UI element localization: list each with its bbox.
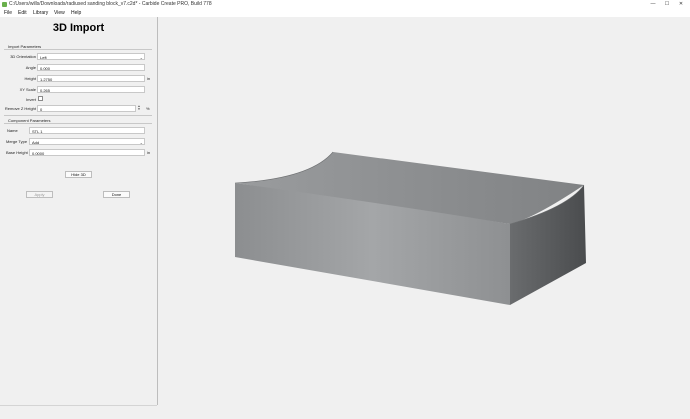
invert-checkbox[interactable] — [38, 96, 43, 101]
maximize-icon[interactable]: ☐ — [660, 0, 674, 9]
angle-input[interactable]: 0.000 — [37, 64, 145, 71]
remove-z-height-unit: % — [146, 106, 150, 111]
height-unit: in — [147, 76, 151, 81]
base-height-unit: in — [147, 150, 151, 155]
angle-label: Angle — [25, 65, 36, 70]
panel-title: 3D Import — [52, 22, 105, 34]
menu-bar: File Edit Library View Help — [0, 9, 690, 17]
menu-help[interactable]: Help — [71, 9, 81, 17]
close-icon[interactable]: ✕ — [674, 0, 688, 9]
xy-scale-label: XY Scale — [19, 87, 36, 92]
window-title-bar: C:/Users/wills/Downloads/radiused sandin… — [0, 0, 690, 9]
chevron-down-icon: ⌄ — [139, 140, 143, 145]
merge-type-label: Merge Type — [6, 139, 28, 144]
menu-view[interactable]: View — [54, 9, 65, 17]
divider — [4, 115, 152, 116]
apply-button[interactable]: Apply — [26, 191, 53, 198]
minimize-icon[interactable]: — — [646, 0, 660, 9]
invert-label: Invert — [25, 97, 36, 102]
base-height-label: Base Height — [6, 150, 28, 155]
spin-down-icon[interactable]: ▼ — [137, 108, 141, 111]
name-input[interactable]: STL 1 — [29, 127, 145, 134]
height-label: Height — [24, 76, 36, 81]
menu-file[interactable]: File — [4, 9, 12, 17]
name-label: Name — [7, 128, 18, 133]
remove-z-height-spinner[interactable]: ▲ ▼ — [137, 105, 141, 112]
remove-z-height-label: Remove Z Height — [4, 106, 36, 111]
orientation-select[interactable]: Left ⌄ — [37, 53, 145, 60]
menu-edit[interactable]: Edit — [18, 9, 27, 17]
done-button[interactable]: Done — [103, 191, 130, 198]
divider — [4, 49, 152, 50]
3d-model-render — [234, 151, 586, 305]
3d-viewport[interactable] — [158, 17, 690, 414]
height-input[interactable]: 1.2750 — [37, 75, 145, 82]
menu-library[interactable]: Library — [33, 9, 48, 17]
orientation-value: Left — [40, 55, 47, 60]
remove-z-height-input[interactable]: 0 — [37, 105, 136, 112]
chevron-down-icon: ⌄ — [139, 55, 143, 60]
merge-type-select[interactable]: Add ⌄ — [29, 138, 145, 145]
import-panel: 3D Import Import Parameters 3D Orientati… — [0, 17, 158, 405]
base-height-input[interactable]: 0.0000 — [29, 149, 145, 156]
xy-scale-input[interactable]: 0.265 — [37, 86, 145, 93]
app-logo-icon — [2, 2, 7, 7]
divider — [4, 123, 152, 124]
hide-3d-button[interactable]: Hide 3D — [65, 171, 92, 178]
orientation-label: 3D Orientation — [10, 54, 36, 59]
window-title: C:/Users/wills/Downloads/radiused sandin… — [9, 1, 212, 7]
window-controls: — ☐ ✕ — [646, 0, 688, 9]
merge-type-value: Add — [32, 140, 40, 145]
